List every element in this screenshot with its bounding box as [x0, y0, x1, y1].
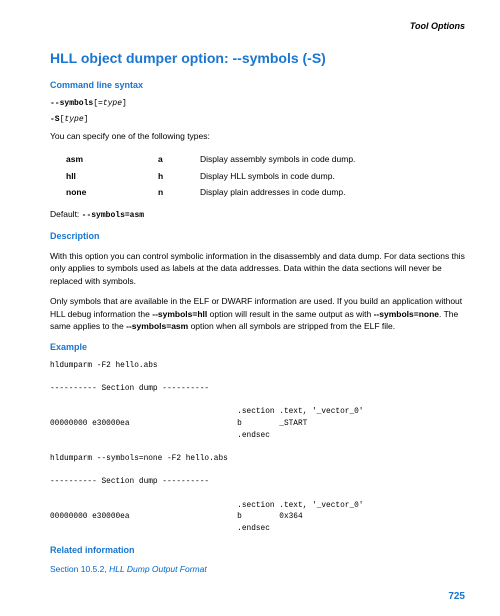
table-row: hll h Display HLL symbols in code dump. [66, 169, 355, 184]
opt: --symbols=hll [152, 309, 207, 319]
syntax-line-2: -S[type] [50, 114, 465, 126]
text: option will result in the same output as… [207, 309, 373, 319]
heading-description: Description [50, 230, 465, 244]
desc-para2: Only symbols that are available in the E… [50, 295, 465, 333]
syntax-line-1: --symbols[=type] [50, 98, 465, 110]
type-name: hll [66, 169, 156, 184]
type-short: n [158, 185, 198, 200]
table-row: none n Display plain addresses in code d… [66, 185, 355, 200]
page-number: 725 [448, 589, 465, 604]
heading-example: Example [50, 341, 465, 355]
syntax-cmd: -S [50, 115, 60, 124]
desc-para1: With this option you can control symboli… [50, 250, 465, 288]
syntax-bracket: [= [93, 99, 103, 108]
type-desc: Display HLL symbols in code dump. [200, 169, 355, 184]
link-title: HLL Dump Output Format [109, 564, 207, 574]
table-row: asm a Display assembly symbols in code d… [66, 152, 355, 167]
type-short: h [158, 169, 198, 184]
syntax-bracket: ] [122, 99, 127, 108]
type-name: none [66, 185, 156, 200]
syntax-arg: type [64, 115, 83, 124]
syntax-bracket: ] [84, 115, 89, 124]
type-short: a [158, 152, 198, 167]
text: option when all symbols are stripped fro… [188, 321, 395, 331]
opt: --symbols=asm [126, 321, 188, 331]
types-table: asm a Display assembly symbols in code d… [64, 150, 357, 202]
opt: --symbols=none [374, 309, 439, 319]
page-title: HLL object dumper option: --symbols (-S) [50, 48, 465, 69]
syntax-arg: type [103, 99, 122, 108]
example-block: hldumparm -F2 hello.abs ---------- Secti… [50, 361, 465, 536]
type-name: asm [66, 152, 156, 167]
related-link[interactable]: Section 10.5.2, HLL Dump Output Format [50, 563, 465, 576]
syntax-cmd: --symbols [50, 99, 93, 108]
default-line: Default: --symbols=asm [50, 208, 465, 222]
default-value: --symbols=asm [82, 211, 144, 220]
header-section: Tool Options [50, 20, 465, 34]
heading-related: Related information [50, 544, 465, 558]
heading-syntax: Command line syntax [50, 79, 465, 93]
link-section: Section 10.5.2, [50, 564, 109, 574]
type-desc: Display assembly symbols in code dump. [200, 152, 355, 167]
type-desc: Display plain addresses in code dump. [200, 185, 355, 200]
syntax-intro: You can specify one of the following typ… [50, 130, 465, 143]
default-label: Default: [50, 209, 82, 219]
